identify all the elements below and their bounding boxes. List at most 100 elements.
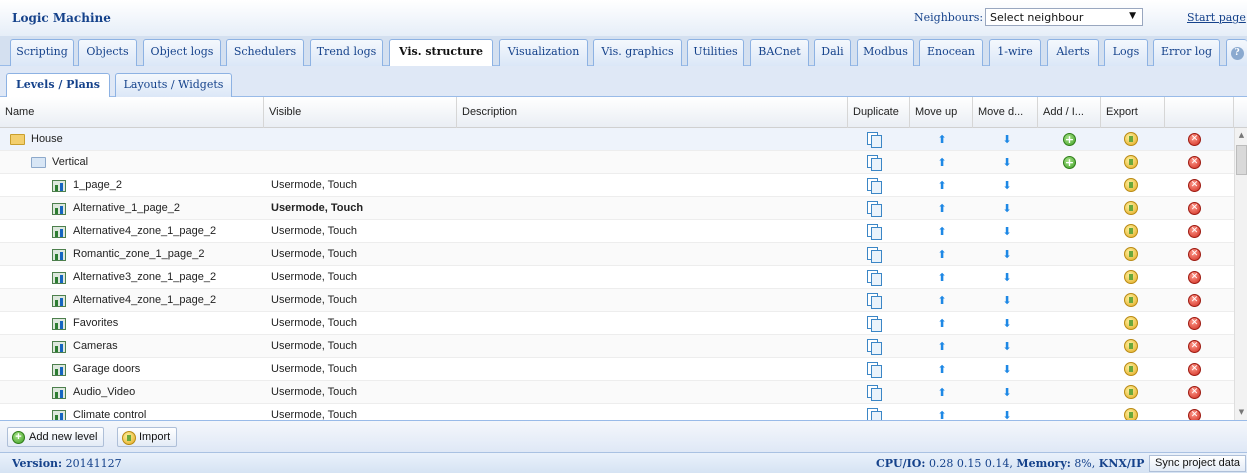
table-row[interactable]: Audio_Video Usermode, Touch ⬆ ⬇ ✕ [0,381,1234,404]
duplicate-icon[interactable] [867,201,882,217]
column-name[interactable]: Name [0,97,264,128]
delete-icon[interactable]: ✕ [1188,363,1201,376]
table-row[interactable]: Vertical ⬆ ⬇ + ✕ [0,151,1234,174]
delete-icon[interactable]: ✕ [1188,225,1201,238]
duplicate-icon[interactable] [867,132,882,148]
table-row[interactable]: 1_page_2 Usermode, Touch ⬆ ⬇ ✕ [0,174,1234,197]
delete-icon[interactable]: ✕ [1188,133,1201,146]
export-icon[interactable] [1124,247,1138,261]
duplicate-icon[interactable] [867,270,882,286]
add-new-level-button[interactable]: + Add new level [7,427,104,447]
arrow-up-icon[interactable]: ⬆ [936,249,948,261]
arrow-down-icon[interactable]: ⬇ [1001,295,1013,307]
export-icon[interactable] [1124,178,1138,192]
export-icon[interactable] [1124,293,1138,307]
delete-icon[interactable]: ✕ [1188,248,1201,261]
add-icon[interactable]: + [1063,156,1076,169]
arrow-down-icon[interactable]: ⬇ [1001,249,1013,261]
arrow-up-icon[interactable]: ⬆ [936,157,948,169]
export-icon[interactable] [1124,155,1138,169]
table-row[interactable]: Alternative3_zone_1_page_2 Usermode, Touc… [0,266,1234,289]
column-duplicate[interactable]: Duplicate [848,97,910,128]
table-row[interactable]: Romantic_zone_1_page_2 Usermode, Touch ⬆ ⬇ ✕ [0,243,1234,266]
duplicate-icon[interactable] [867,408,882,420]
tab-vis-structure[interactable]: Vis. structure [389,39,493,67]
delete-icon[interactable]: ✕ [1188,409,1201,420]
duplicate-icon[interactable] [867,339,882,355]
neighbour-select[interactable]: Select neighbour ▼ [985,8,1143,26]
tab-utilities[interactable]: Utilities [687,39,744,66]
duplicate-icon[interactable] [867,155,882,171]
arrow-up-icon[interactable]: ⬆ [936,364,948,376]
arrow-down-icon[interactable]: ⬇ [1001,272,1013,284]
column-export[interactable]: Export [1101,97,1165,128]
subtab-layouts-widgets[interactable]: Layouts / Widgets [115,73,232,97]
duplicate-icon[interactable] [867,316,882,332]
duplicate-icon[interactable] [867,224,882,240]
delete-icon[interactable]: ✕ [1188,179,1201,192]
tab-bacnet[interactable]: BACnet [750,39,809,66]
export-icon[interactable] [1124,201,1138,215]
export-icon[interactable] [1124,362,1138,376]
delete-icon[interactable]: ✕ [1188,202,1201,215]
table-row[interactable]: House ⬆ ⬇ + ✕ [0,128,1234,151]
delete-icon[interactable]: ✕ [1188,271,1201,284]
tab-modbus[interactable]: Modbus [857,39,914,66]
grid-scrollbar[interactable]: ▲ ▼ [1234,128,1247,420]
tab-alerts[interactable]: Alerts [1047,39,1099,66]
tab-vis-graphics[interactable]: Vis. graphics [593,39,682,66]
tab-scripting[interactable]: Scripting [10,39,74,66]
delete-icon[interactable]: ✕ [1188,317,1201,330]
add-icon[interactable]: + [1063,133,1076,146]
tab-logs[interactable]: Logs [1104,39,1148,66]
delete-icon[interactable]: ✕ [1188,156,1201,169]
tab-visualization[interactable]: Visualization [499,39,588,66]
duplicate-icon[interactable] [867,247,882,263]
export-icon[interactable] [1124,316,1138,330]
table-row[interactable]: Garage doors Usermode, Touch ⬆ ⬇ ✕ [0,358,1234,381]
arrow-down-icon[interactable]: ⬇ [1001,341,1013,353]
table-row[interactable]: Alternative4_zone_1_page_2 Usermode, Touc… [0,220,1234,243]
arrow-down-icon[interactable]: ⬇ [1001,364,1013,376]
tab-enocean[interactable]: Enocean [919,39,983,66]
arrow-down-icon[interactable]: ⬇ [1001,226,1013,238]
delete-icon[interactable]: ✕ [1188,386,1201,399]
scroll-thumb[interactable] [1236,145,1247,175]
column-add[interactable]: Add / I... [1038,97,1101,128]
table-row[interactable]: Cameras Usermode, Touch ⬆ ⬇ ✕ [0,335,1234,358]
arrow-down-icon[interactable]: ⬇ [1001,203,1013,215]
arrow-up-icon[interactable]: ⬆ [936,180,948,192]
arrow-down-icon[interactable]: ⬇ [1001,134,1013,146]
tab-schedulers[interactable]: Schedulers [226,39,304,66]
duplicate-icon[interactable] [867,385,882,401]
arrow-up-icon[interactable]: ⬆ [936,295,948,307]
column-move-down[interactable]: Move d... [973,97,1038,128]
help-icon[interactable]: ? [1226,39,1247,66]
arrow-down-icon[interactable]: ⬇ [1001,157,1013,169]
export-icon[interactable] [1124,385,1138,399]
arrow-up-icon[interactable]: ⬆ [936,203,948,215]
tab-objects[interactable]: Objects [78,39,137,66]
arrow-up-icon[interactable]: ⬆ [936,341,948,353]
arrow-down-icon[interactable]: ⬇ [1001,387,1013,399]
arrow-up-icon[interactable]: ⬆ [936,410,948,421]
tab-1-wire[interactable]: 1-wire [989,39,1041,66]
tab-trend-logs[interactable]: Trend logs [310,39,383,66]
arrow-down-icon[interactable]: ⬇ [1001,318,1013,330]
delete-icon[interactable]: ✕ [1188,340,1201,353]
column-visible[interactable]: Visible [264,97,457,128]
export-icon[interactable] [1124,339,1138,353]
sync-project-data-button[interactable]: Sync project data [1149,455,1246,472]
start-page-link[interactable]: Start page [1187,11,1246,24]
table-row[interactable]: Alternative_1_page_2 Usermode, Touch ⬆ ⬇ ✕ [0,197,1234,220]
arrow-up-icon[interactable]: ⬆ [936,226,948,238]
duplicate-icon[interactable] [867,178,882,194]
delete-icon[interactable]: ✕ [1188,294,1201,307]
export-icon[interactable] [1124,408,1138,420]
table-row[interactable]: Alternative4_zone_1_page_2 Usermode, Touc… [0,289,1234,312]
export-icon[interactable] [1124,132,1138,146]
tab-error-log[interactable]: Error log [1153,39,1220,66]
column-description[interactable]: Description [457,97,848,128]
tab-object-logs[interactable]: Object logs [143,39,221,66]
table-row[interactable]: Climate control Usermode, Touch ⬆ ⬇ ✕ [0,404,1234,420]
